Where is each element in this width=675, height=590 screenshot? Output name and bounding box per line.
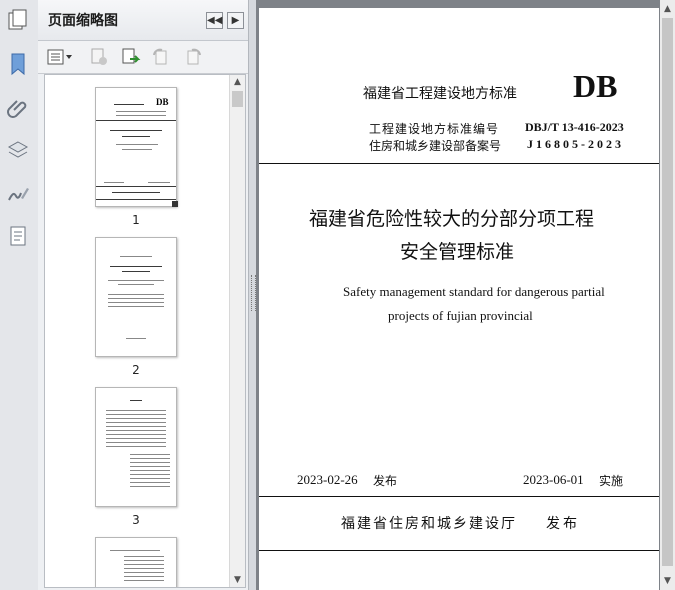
- bookmark-icon[interactable]: [6, 52, 30, 76]
- document-title-line-2: 安全管理标准: [400, 241, 515, 263]
- code-label-1: 工程建设地方标准编号: [369, 122, 500, 136]
- header-divider: [259, 163, 659, 164]
- delete-page-icon[interactable]: [88, 47, 110, 67]
- page-number-label: 1: [132, 213, 140, 227]
- footer-divider-top: [259, 496, 659, 497]
- page-thumbnail-4[interactable]: [95, 537, 177, 587]
- rotate-left-icon[interactable]: [150, 47, 172, 67]
- page-thumbnail-1[interactable]: DB: [95, 87, 178, 207]
- scroll-down-icon[interactable]: ▼: [230, 573, 245, 587]
- thumbnail-panel-header: 页面缩略图 ◀◀ ▶: [38, 0, 248, 41]
- rotate-right-icon[interactable]: [182, 47, 204, 67]
- thumbnail-options-icon[interactable]: [46, 47, 74, 67]
- expand-panel-button[interactable]: ▶: [227, 12, 244, 29]
- page-thumbnail-3[interactable]: [95, 387, 177, 507]
- pages-icon[interactable]: [6, 8, 30, 32]
- publisher-action: 发布: [546, 516, 580, 532]
- scrollbar-thumb[interactable]: [232, 91, 243, 107]
- footer-divider-bottom: [259, 550, 659, 551]
- effective-date: 2023-06-01: [523, 472, 584, 487]
- scroll-up-icon[interactable]: ▲: [660, 2, 675, 16]
- scroll-down-icon[interactable]: ▼: [660, 574, 675, 588]
- thumbnail-toolbar: [38, 41, 248, 74]
- document-page: 福建省工程建设地方标准 DB 工程建设地方标准编号 DBJ/T 13-416-2…: [259, 8, 659, 590]
- db-logo: DB: [573, 68, 618, 104]
- content-icon[interactable]: [6, 224, 30, 248]
- insert-page-icon[interactable]: [120, 47, 142, 67]
- scrollbar-thumb[interactable]: [662, 18, 673, 566]
- signature-icon[interactable]: [6, 182, 30, 206]
- document-view: 福建省工程建设地方标准 DB 工程建设地方标准编号 DBJ/T 13-416-2…: [256, 0, 675, 590]
- scroll-up-icon[interactable]: ▲: [230, 75, 245, 89]
- document-title-line-1: 福建省危险性较大的分部分项工程: [309, 208, 595, 230]
- code-value-1: DBJ/T 13-416-2023: [525, 120, 624, 134]
- thumbnail-panel: 页面缩略图 ◀◀ ▶ DB 1 2 3 ▲ ▼: [38, 0, 248, 590]
- code-value-2: J16805-2023: [527, 137, 624, 151]
- publisher-name: 福建省住房和城乡建设厅: [341, 516, 517, 532]
- doc-header-standard: 福建省工程建设地方标准: [363, 86, 517, 102]
- attachment-icon[interactable]: [6, 96, 30, 120]
- collapse-panel-button[interactable]: ◀◀: [206, 12, 223, 29]
- panel-title: 页面缩略图: [48, 13, 118, 29]
- layers-icon[interactable]: [6, 138, 30, 162]
- navigation-tool-strip: [0, 0, 39, 590]
- page-number-label: 2: [132, 363, 140, 377]
- thumbnail-list[interactable]: DB 1 2 3 ▲ ▼: [44, 74, 246, 588]
- publish-label: 发布: [373, 474, 398, 488]
- publish-date: 2023-02-26: [297, 472, 358, 487]
- english-title-line-1: Safety management standard for dangerous…: [343, 284, 605, 299]
- document-scrollbar[interactable]: ▲ ▼: [660, 0, 675, 590]
- page-thumbnail-2[interactable]: [95, 237, 177, 357]
- code-label-2: 住房和城乡建设部备案号: [369, 139, 502, 153]
- thumbnail-scrollbar[interactable]: ▲ ▼: [229, 75, 245, 587]
- english-title-line-2: projects of fujian provincial: [388, 308, 533, 323]
- page-number-label: 3: [132, 513, 140, 527]
- effective-label: 实施: [599, 474, 624, 488]
